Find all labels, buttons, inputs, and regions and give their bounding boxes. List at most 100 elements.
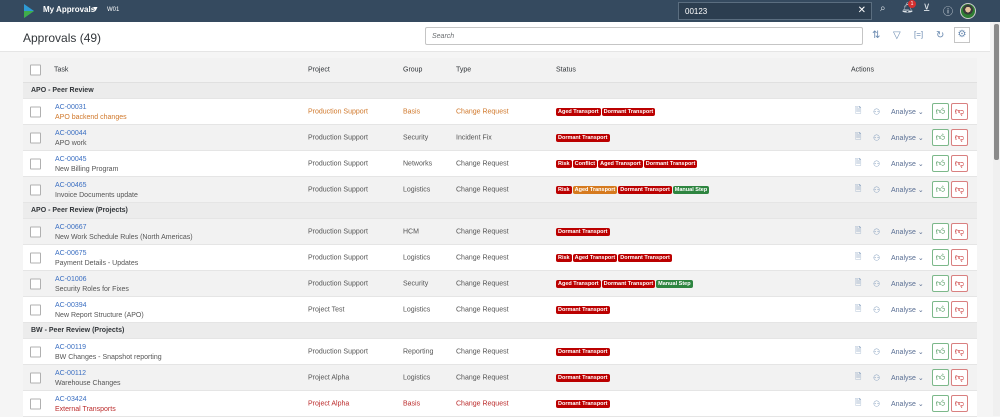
row-checkbox[interactable] <box>30 304 41 315</box>
assign-user-icon[interactable]: ⚇ <box>873 305 880 314</box>
reject-button[interactable]: 👎︎ <box>951 395 968 412</box>
settings-gear-icon[interactable]: ⚙ <box>954 27 970 43</box>
analyse-dropdown[interactable]: Analyse ⌄ <box>891 254 924 262</box>
reject-button[interactable]: 👎︎ <box>951 129 968 146</box>
assign-user-icon[interactable]: ⚇ <box>873 227 880 236</box>
table-row[interactable]: AC-01006 Security Roles for Fixes Produc… <box>23 271 977 297</box>
approve-button[interactable]: 👍︎ <box>932 369 949 386</box>
column-type[interactable]: Type <box>456 67 471 74</box>
search-icon[interactable]: ⌕ <box>880 3 886 14</box>
column-project[interactable]: Project <box>308 67 330 74</box>
approve-button[interactable]: 👍︎ <box>932 103 949 120</box>
table-row[interactable]: AC-00031 APO backend changes Production … <box>23 99 977 125</box>
task-id-link[interactable]: AC-01006 <box>55 276 87 283</box>
help-icon[interactable]: ⓘ <box>943 3 953 18</box>
reject-button[interactable]: 👎︎ <box>951 223 968 240</box>
assign-user-icon[interactable]: ⚇ <box>873 185 880 194</box>
reject-button[interactable]: 👎︎ <box>951 155 968 172</box>
table-row[interactable]: AC-00465 Invoice Documents update Produc… <box>23 177 977 203</box>
document-icon[interactable]: 🗎︎ <box>855 183 861 197</box>
approve-button[interactable]: 👍︎ <box>932 223 949 240</box>
table-row[interactable]: AC-00394 New Report Structure (APO) Proj… <box>23 297 977 323</box>
table-row[interactable]: AC-03424 External Transports Project Alp… <box>23 391 977 417</box>
approve-button[interactable]: 👍︎ <box>932 181 949 198</box>
task-id-link[interactable]: AC-00465 <box>55 182 87 189</box>
group-header[interactable]: BW - Peer Review (Projects) <box>23 323 977 339</box>
group-icon[interactable]: [=] <box>914 30 923 39</box>
column-group[interactable]: Group <box>403 67 422 74</box>
approve-button[interactable]: 👍︎ <box>932 395 949 412</box>
analyse-dropdown[interactable]: Analyse ⌄ <box>891 186 924 194</box>
approve-button[interactable]: 👍︎ <box>932 155 949 172</box>
document-icon[interactable]: 🗎︎ <box>855 131 861 145</box>
document-icon[interactable]: 🗎︎ <box>855 251 861 265</box>
task-id-link[interactable]: AC-00044 <box>55 130 87 137</box>
task-id-link[interactable]: AC-03424 <box>55 396 87 403</box>
row-checkbox[interactable] <box>30 184 41 195</box>
column-status[interactable]: Status <box>556 67 576 74</box>
analyse-dropdown[interactable]: Analyse ⌄ <box>891 160 924 168</box>
row-checkbox[interactable] <box>30 158 41 169</box>
approve-button[interactable]: 👍︎ <box>932 129 949 146</box>
row-checkbox[interactable] <box>30 252 41 263</box>
assign-user-icon[interactable]: ⚇ <box>873 279 880 288</box>
document-icon[interactable]: 🗎︎ <box>855 105 861 119</box>
table-row[interactable]: AC-00667 New Work Schedule Rules (North … <box>23 219 977 245</box>
assign-user-icon[interactable]: ⚇ <box>873 399 880 408</box>
assign-user-icon[interactable]: ⚇ <box>873 347 880 356</box>
scrollbar-thumb[interactable] <box>994 24 999 160</box>
app-logo[interactable] <box>24 4 34 18</box>
assign-user-icon[interactable]: ⚇ <box>873 373 880 382</box>
row-checkbox[interactable] <box>30 398 41 409</box>
app-title-menu[interactable]: My Approvals <box>43 5 95 14</box>
table-row[interactable]: AC-00112 Warehouse Changes Project Alpha… <box>23 365 977 391</box>
document-icon[interactable]: 🗎︎ <box>855 277 861 291</box>
chevron-down-icon[interactable]: ▼ <box>92 6 99 13</box>
reject-button[interactable]: 👎︎ <box>951 301 968 318</box>
reject-button[interactable]: 👎︎ <box>951 343 968 360</box>
table-row[interactable]: AC-00044 APO work Production Support Sec… <box>23 125 977 151</box>
approve-button[interactable]: 👍︎ <box>932 301 949 318</box>
assign-user-icon[interactable]: ⚇ <box>873 133 880 142</box>
reject-button[interactable]: 👎︎ <box>951 103 968 120</box>
avatar[interactable] <box>960 3 976 19</box>
reject-button[interactable]: 👎︎ <box>951 249 968 266</box>
table-row[interactable]: AC-00045 New Billing Program Production … <box>23 151 977 177</box>
reject-button[interactable]: 👎︎ <box>951 369 968 386</box>
search-input[interactable]: Search <box>425 27 863 45</box>
document-icon[interactable]: 🗎︎ <box>855 225 861 239</box>
row-checkbox[interactable] <box>30 106 41 117</box>
analyse-dropdown[interactable]: Analyse ⌄ <box>891 306 924 314</box>
group-header[interactable]: APO - Peer Review (Projects) <box>23 203 977 219</box>
analyse-dropdown[interactable]: Analyse ⌄ <box>891 134 924 142</box>
analyse-dropdown[interactable]: Analyse ⌄ <box>891 228 924 236</box>
task-id-link[interactable]: AC-00119 <box>55 344 86 351</box>
analyse-dropdown[interactable]: Analyse ⌄ <box>891 374 924 382</box>
task-id-link[interactable]: AC-00045 <box>55 156 87 163</box>
task-id-link[interactable]: AC-00031 <box>55 104 87 111</box>
row-checkbox[interactable] <box>30 346 41 357</box>
document-icon[interactable]: 🗎︎ <box>855 397 861 411</box>
task-id-link[interactable]: AC-00667 <box>55 224 87 231</box>
global-search-input[interactable]: 00123 ✕ <box>678 2 872 20</box>
document-icon[interactable]: 🗎︎ <box>855 157 861 171</box>
reject-button[interactable]: 👎︎ <box>951 275 968 292</box>
approve-button[interactable]: 👍︎ <box>932 275 949 292</box>
task-id-link[interactable]: AC-00112 <box>55 370 86 377</box>
analyse-dropdown[interactable]: Analyse ⌄ <box>891 108 924 116</box>
document-icon[interactable]: 🗎︎ <box>855 345 861 359</box>
approve-button[interactable]: 👍︎ <box>932 249 949 266</box>
sort-icon[interactable]: ⇅ <box>872 30 880 41</box>
filter-clear-icon[interactable]: ⊻ <box>923 3 930 14</box>
task-id-link[interactable]: AC-00675 <box>55 250 87 257</box>
document-icon[interactable]: 🗎︎ <box>855 371 861 385</box>
clear-icon[interactable]: ✕ <box>858 5 866 16</box>
refresh-icon[interactable]: ↻ <box>936 30 944 41</box>
row-checkbox[interactable] <box>30 226 41 237</box>
analyse-dropdown[interactable]: Analyse ⌄ <box>891 400 924 408</box>
table-row[interactable]: AC-00119 BW Changes - Snapshot reporting… <box>23 339 977 365</box>
assign-user-icon[interactable]: ⚇ <box>873 107 880 116</box>
column-task[interactable]: Task <box>54 67 68 74</box>
analyse-dropdown[interactable]: Analyse ⌄ <box>891 348 924 356</box>
row-checkbox[interactable] <box>30 372 41 383</box>
